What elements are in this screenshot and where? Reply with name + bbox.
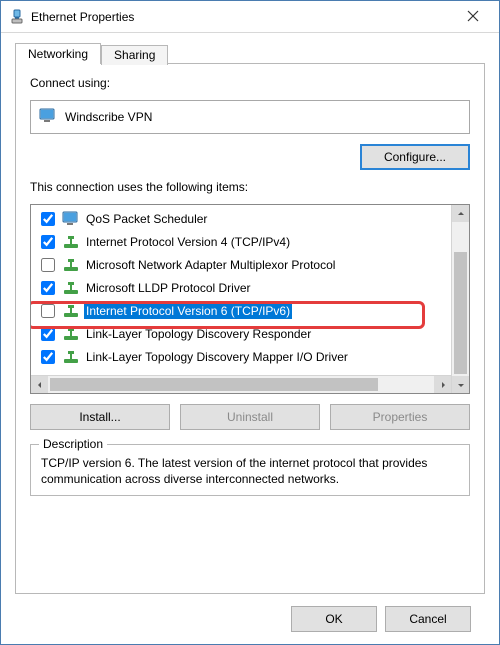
item-label: Internet Protocol Version 6 (TCP/IPv6) [84, 303, 292, 319]
item-checkbox[interactable] [41, 258, 55, 272]
adapter-icon [9, 9, 25, 25]
description-legend: Description [39, 437, 107, 451]
list-buttons-row: Install... Uninstall Properties [30, 404, 470, 430]
description-text: TCP/IP version 6. The latest version of … [41, 455, 459, 487]
window-title: Ethernet Properties [31, 10, 453, 24]
network-protocol-icon [62, 280, 80, 296]
description-group: Description TCP/IP version 6. The latest… [30, 444, 470, 496]
scroll-right-icon[interactable] [434, 376, 451, 393]
item-label: QoS Packet Scheduler [84, 211, 209, 227]
item-label: Internet Protocol Version 4 (TCP/IPv4) [84, 234, 292, 250]
item-checkbox[interactable] [41, 304, 55, 318]
list-item[interactable]: Link-Layer Topology Discovery Mapper I/O… [31, 345, 451, 368]
network-protocol-icon [62, 303, 80, 319]
item-label: Link-Layer Topology Discovery Responder [84, 326, 313, 342]
item-label: Microsoft Network Adapter Multiplexor Pr… [84, 257, 337, 273]
item-checkbox[interactable] [41, 350, 55, 364]
scroll-left-icon[interactable] [31, 376, 48, 393]
network-protocol-icon [62, 257, 80, 273]
network-protocol-icon [62, 326, 80, 342]
uninstall-button: Uninstall [180, 404, 320, 430]
dialog-footer: OK Cancel [15, 594, 485, 644]
tab-strip: Networking Sharing [15, 39, 485, 63]
configure-button[interactable]: Configure... [360, 144, 470, 170]
titlebar: Ethernet Properties [1, 1, 499, 33]
list-item[interactable]: Microsoft Network Adapter Multiplexor Pr… [31, 253, 451, 276]
item-checkbox[interactable] [41, 235, 55, 249]
tab-networking[interactable]: Networking [15, 43, 101, 64]
item-checkbox[interactable] [41, 327, 55, 341]
network-protocol-icon [62, 349, 80, 365]
item-label: Link-Layer Topology Discovery Mapper I/O… [84, 349, 350, 365]
scroll-up-icon[interactable] [452, 205, 469, 222]
item-label: Microsoft LLDP Protocol Driver [84, 280, 253, 296]
item-checkbox[interactable] [41, 281, 55, 295]
list-item[interactable]: Microsoft LLDP Protocol Driver [31, 276, 451, 299]
vertical-scrollbar[interactable] [451, 205, 469, 393]
components-list[interactable]: QoS Packet Scheduler Internet Protocol Ve… [30, 204, 470, 394]
horizontal-scrollbar[interactable] [31, 375, 451, 393]
properties-button: Properties [330, 404, 470, 430]
cancel-button[interactable]: Cancel [385, 606, 471, 632]
list-item[interactable]: Internet Protocol Version 6 (TCP/IPv6) [31, 299, 451, 322]
ethernet-properties-window: Ethernet Properties Networking Sharing C… [0, 0, 500, 645]
adapter-box[interactable]: Windscribe VPN [30, 100, 470, 134]
tab-sharing[interactable]: Sharing [101, 45, 168, 65]
scroll-down-icon[interactable] [452, 376, 469, 393]
client-area: Networking Sharing Connect using: Windsc… [1, 33, 499, 644]
monitor-icon [62, 211, 80, 227]
install-button[interactable]: Install... [30, 404, 170, 430]
list-item[interactable]: Link-Layer Topology Discovery Responder [31, 322, 451, 345]
close-icon[interactable] [453, 5, 493, 29]
adapter-name: Windscribe VPN [65, 110, 152, 124]
network-protocol-icon [62, 234, 80, 250]
connect-using-label: Connect using: [30, 76, 470, 90]
items-label: This connection uses the following items… [30, 180, 470, 194]
monitor-icon [39, 108, 57, 127]
list-item[interactable]: QoS Packet Scheduler [31, 207, 451, 230]
list-item[interactable]: Internet Protocol Version 4 (TCP/IPv4) [31, 230, 451, 253]
networking-panel: Connect using: Windscribe VPN Configure.… [15, 63, 485, 594]
ok-button[interactable]: OK [291, 606, 377, 632]
item-checkbox[interactable] [41, 212, 55, 226]
